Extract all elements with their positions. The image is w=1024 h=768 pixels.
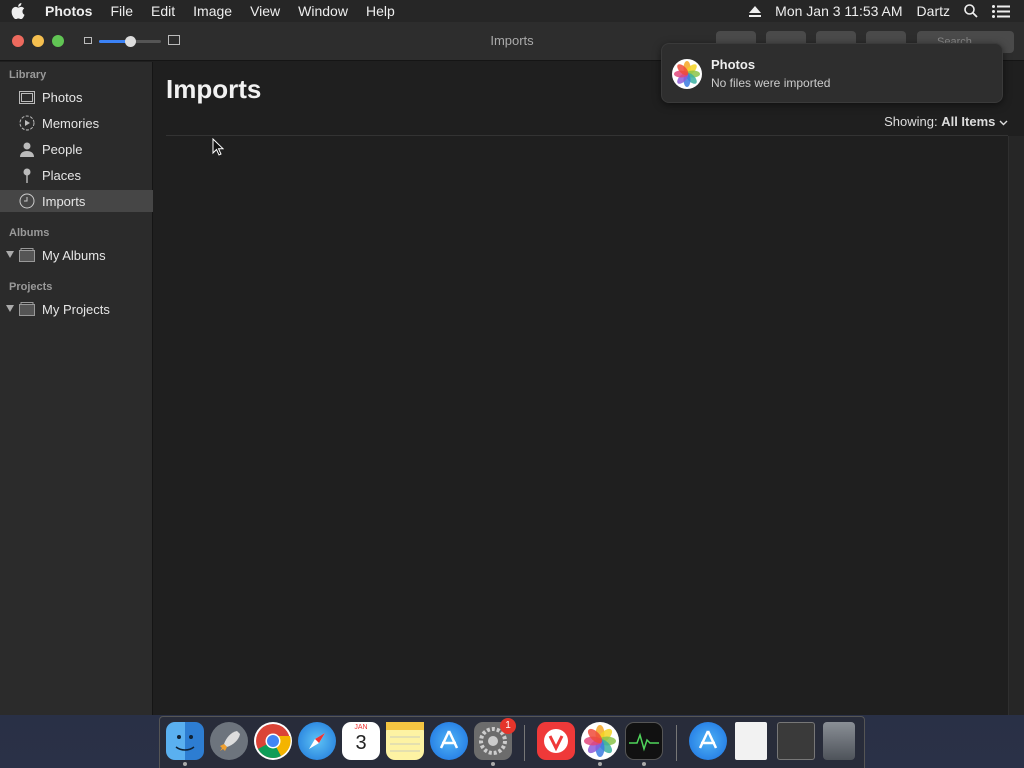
sidebar-item-my-albums[interactable]: My Albums	[0, 244, 153, 266]
photos-app-icon	[672, 59, 702, 89]
sidebar-item-photos[interactable]: Photos	[0, 86, 153, 108]
trash-icon[interactable]	[823, 722, 855, 760]
calendar-day: 3	[355, 732, 367, 754]
photos-app-icon[interactable]	[581, 722, 619, 760]
person-icon	[18, 141, 36, 157]
scrollbar[interactable]	[1008, 136, 1024, 715]
spotlight-icon[interactable]	[957, 4, 985, 18]
menu-user[interactable]: Dartz	[910, 0, 957, 22]
dock: JAN 3 1	[159, 716, 865, 768]
calendar-month: JAN	[354, 724, 368, 731]
apple-menu-icon[interactable]	[0, 3, 36, 19]
clock-icon	[18, 193, 36, 209]
document-icon[interactable]	[735, 722, 767, 760]
folder-icon	[18, 247, 36, 263]
running-indicator	[183, 762, 187, 766]
sidebar: Library Photos Memories People Places Im…	[0, 62, 153, 715]
notification-title: Photos	[711, 57, 756, 72]
app-store-icon[interactable]	[430, 722, 468, 760]
menu-help[interactable]: Help	[357, 0, 404, 22]
memories-icon	[18, 115, 36, 131]
mouse-cursor-icon	[212, 137, 225, 161]
divider	[166, 135, 1008, 136]
projects-header: Projects	[9, 281, 53, 293]
notes-icon[interactable]	[386, 722, 424, 760]
sidebar-item-label: Imports	[42, 193, 86, 209]
menu-bar: Photos File Edit Image View Window Help …	[0, 0, 1024, 22]
sidebar-item-label: My Albums	[42, 247, 106, 263]
photos-window: Imports Search Library Photos Memories P…	[0, 22, 1024, 715]
notification-badge: 1	[500, 718, 516, 734]
folder-icon	[18, 301, 36, 317]
sidebar-item-people[interactable]: People	[0, 138, 153, 160]
menu-image[interactable]: Image	[184, 0, 241, 22]
disclosure-triangle-icon[interactable]	[6, 251, 14, 258]
sidebar-item-memories[interactable]: Memories	[0, 112, 153, 134]
chevron-down-icon	[999, 120, 1008, 126]
vivaldi-icon[interactable]	[537, 722, 575, 760]
showing-value[interactable]: All Items	[941, 114, 995, 129]
chrome-icon[interactable]	[254, 722, 292, 760]
pin-icon	[18, 167, 36, 183]
menu-app-name[interactable]: Photos	[36, 0, 101, 22]
notification-center-icon[interactable]	[985, 4, 1024, 18]
dock-separator	[524, 725, 525, 761]
desktop: Photos File Edit Image View Window Help …	[0, 0, 1024, 768]
main-content: Imports Showing: All Items	[154, 62, 1024, 715]
applications-folder-icon[interactable]	[689, 722, 727, 760]
sidebar-item-label: Places	[42, 167, 82, 183]
launchpad-icon[interactable]	[210, 722, 248, 760]
page-title: Imports	[166, 74, 262, 104]
activity-monitor-icon[interactable]	[625, 722, 663, 760]
sidebar-item-label: My Projects	[42, 301, 110, 317]
eject-icon[interactable]	[742, 5, 768, 17]
menu-file[interactable]: File	[101, 0, 142, 22]
albums-header: Albums	[9, 227, 50, 239]
running-indicator	[642, 762, 646, 766]
running-indicator	[491, 762, 495, 766]
menu-clock[interactable]: Mon Jan 3 11:53 AM	[768, 0, 909, 22]
library-header: Library	[9, 69, 47, 81]
menu-view[interactable]: View	[241, 0, 289, 22]
photos-icon	[18, 89, 36, 105]
finder-icon[interactable]	[166, 722, 204, 760]
sidebar-item-label: Memories	[42, 115, 100, 131]
dock-separator	[676, 725, 677, 761]
sidebar-item-label: People	[42, 141, 83, 157]
sidebar-item-places[interactable]: Places	[0, 164, 153, 186]
sidebar-item-my-projects[interactable]: My Projects	[0, 298, 153, 320]
notification-banner[interactable]: Photos No files were imported	[661, 43, 1003, 103]
system-preferences-icon[interactable]: 1	[474, 718, 516, 760]
safari-icon[interactable]	[298, 722, 336, 760]
showing-filter[interactable]: Showing: All Items	[884, 114, 1008, 129]
sidebar-item-imports[interactable]: Imports	[0, 190, 153, 212]
disclosure-triangle-icon[interactable]	[6, 305, 14, 312]
calendar-icon[interactable]: JAN 3	[342, 722, 380, 760]
sidebar-item-label: Photos	[42, 89, 83, 105]
menu-window[interactable]: Window	[289, 0, 357, 22]
menu-edit[interactable]: Edit	[142, 0, 184, 22]
running-indicator	[598, 762, 602, 766]
notification-message: No files were imported	[711, 76, 831, 90]
screenshot-icon[interactable]	[777, 722, 815, 760]
showing-label: Showing:	[884, 114, 938, 129]
